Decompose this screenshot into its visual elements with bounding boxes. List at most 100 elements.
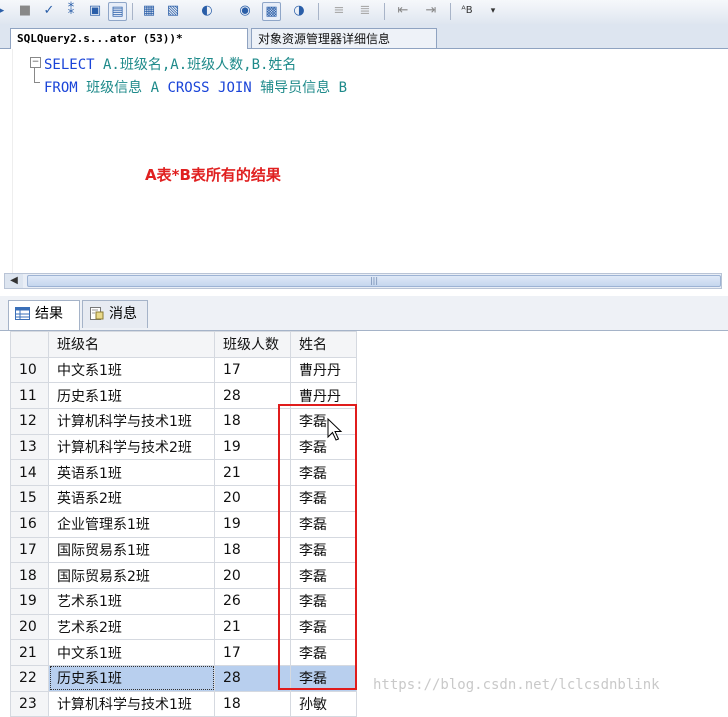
increase-indent-icon[interactable]: ⇥ bbox=[422, 2, 440, 20]
cell-class-name[interactable]: 历史系1班 bbox=[48, 382, 215, 410]
cell-class-name[interactable]: 国际贸易系1班 bbox=[48, 536, 215, 564]
row-number[interactable]: 21 bbox=[10, 639, 49, 666]
table-row[interactable]: 11 历史系1班 28 曹丹丹 bbox=[10, 382, 357, 410]
row-number[interactable]: 18 bbox=[10, 562, 49, 589]
include-plan-icon[interactable]: ◐ bbox=[198, 2, 216, 20]
cell-name[interactable]: 李磊 bbox=[290, 613, 357, 641]
table-row[interactable]: 15 英语系2班 20 李磊 bbox=[10, 485, 357, 512]
table-row[interactable]: 19 艺术系1班 26 李磊 bbox=[10, 587, 357, 615]
table-row[interactable]: 14 英语系1班 21 李磊 bbox=[10, 459, 357, 487]
cell-name[interactable]: 曹丹丹 bbox=[290, 382, 357, 410]
cell-class-name[interactable]: 计算机科学与技术2班 bbox=[48, 433, 215, 461]
table-row[interactable]: 10 中文系1班 17 曹丹丹 bbox=[10, 356, 357, 384]
table-row[interactable]: 17 国际贸易系1班 18 李磊 bbox=[10, 536, 357, 564]
cell-class-size[interactable]: 17 bbox=[214, 356, 291, 384]
editor-horizontal-scrollbar[interactable]: ◀ ||| bbox=[4, 273, 722, 289]
sql-editor[interactable]: − SELECT A.班级名,A.班级人数,B.姓名 FROM 班级信息 A C… bbox=[0, 49, 728, 273]
column-header-class-name[interactable]: 班级名 bbox=[48, 331, 215, 358]
cell-class-name[interactable]: 中文系1班 bbox=[48, 356, 215, 384]
row-number[interactable]: 12 bbox=[10, 408, 49, 435]
cell-class-size[interactable]: 21 bbox=[214, 459, 291, 487]
cell-class-size[interactable]: 19 bbox=[214, 433, 291, 461]
cell-class-name[interactable]: 英语系1班 bbox=[48, 459, 215, 487]
column-header-class-size[interactable]: 班级人数 bbox=[214, 331, 291, 358]
table-row[interactable]: 21 中文系1班 17 李磊 bbox=[10, 639, 357, 666]
cell-class-size[interactable]: 28 bbox=[214, 382, 291, 410]
row-number[interactable]: 19 bbox=[10, 587, 49, 615]
row-number[interactable]: 23 bbox=[10, 690, 49, 717]
results-to-text-icon[interactable]: ▤ bbox=[108, 2, 127, 21]
cell-name[interactable]: 曹丹丹 bbox=[290, 356, 357, 384]
tab-results[interactable]: 结果 bbox=[8, 300, 80, 330]
collapse-icon[interactable]: − bbox=[30, 57, 41, 68]
results-to-grid-icon[interactable]: ▦ bbox=[140, 2, 158, 20]
cell-class-size[interactable]: 18 bbox=[214, 408, 291, 435]
table-row[interactable]: 12 计算机科学与技术1班 18 李磊 bbox=[10, 408, 357, 435]
row-number[interactable]: 22 bbox=[10, 664, 49, 692]
table-row[interactable]: 13 计算机科学与技术2班 19 李磊 bbox=[10, 433, 357, 461]
row-number[interactable]: 15 bbox=[10, 485, 49, 512]
cell-class-size[interactable]: 18 bbox=[214, 690, 291, 717]
tab-sqlquery2[interactable]: SQLQuery2.s...ator (53))* bbox=[10, 28, 248, 49]
row-number[interactable]: 13 bbox=[10, 433, 49, 461]
cell-name[interactable]: 李磊 bbox=[290, 536, 357, 564]
table-row[interactable]: 16 企业管理系1班 19 李磊 bbox=[10, 510, 357, 538]
table-row[interactable]: 22 历史系1班 28 李磊 bbox=[10, 664, 357, 692]
row-number[interactable]: 11 bbox=[10, 382, 49, 410]
client-stats-icon[interactable]: ◉ bbox=[236, 2, 254, 20]
cell-name[interactable]: 李磊 bbox=[290, 664, 357, 692]
check-icon[interactable]: ✓ bbox=[40, 2, 58, 20]
table-row[interactable]: 20 艺术系2班 21 李磊 bbox=[10, 613, 357, 641]
cell-name[interactable]: 李磊 bbox=[290, 433, 357, 461]
cell-name[interactable]: 李磊 bbox=[290, 485, 357, 512]
cell-class-size[interactable]: 20 bbox=[214, 562, 291, 589]
cell-class-size[interactable]: 18 bbox=[214, 536, 291, 564]
parse-icon[interactable]: ⁑ bbox=[62, 2, 80, 20]
cell-class-size[interactable]: 17 bbox=[214, 639, 291, 666]
uncomment-icon[interactable]: ≣ bbox=[356, 2, 374, 20]
cell-class-name[interactable]: 国际贸易系2班 bbox=[48, 562, 215, 589]
row-number[interactable]: 14 bbox=[10, 459, 49, 487]
cell-class-size[interactable]: 28 bbox=[214, 664, 291, 692]
table-row[interactable]: 23 计算机科学与技术1班 18 孙敏 bbox=[10, 690, 357, 717]
cell-class-size[interactable]: 21 bbox=[214, 613, 291, 641]
row-number[interactable]: 17 bbox=[10, 536, 49, 564]
cell-class-size[interactable]: 20 bbox=[214, 485, 291, 512]
cell-class-size[interactable]: 26 bbox=[214, 587, 291, 615]
table-row[interactable]: 18 国际贸易系2班 20 李磊 bbox=[10, 562, 357, 589]
scrollbar-thumb[interactable]: ||| bbox=[27, 275, 721, 287]
cell-name[interactable]: 李磊 bbox=[290, 639, 357, 666]
cell-name[interactable]: 李磊 bbox=[290, 408, 357, 435]
cell-name[interactable]: 李磊 bbox=[290, 459, 357, 487]
row-number-header[interactable] bbox=[10, 331, 49, 358]
cell-name[interactable]: 李磊 bbox=[290, 510, 357, 538]
scroll-left-icon[interactable]: ◀ bbox=[5, 274, 23, 288]
cell-class-name[interactable]: 英语系2班 bbox=[48, 485, 215, 512]
cell-class-name[interactable]: 计算机科学与技术1班 bbox=[48, 408, 215, 435]
results-to-file-icon[interactable]: ▧ bbox=[164, 2, 182, 20]
template-params-icon[interactable]: ᴬB bbox=[458, 2, 476, 20]
cell-class-name[interactable]: 中文系1班 bbox=[48, 639, 215, 666]
cell-class-name[interactable]: 艺术系2班 bbox=[48, 613, 215, 641]
row-number[interactable]: 16 bbox=[10, 510, 49, 538]
cell-class-size[interactable]: 19 bbox=[214, 510, 291, 538]
decrease-indent-icon[interactable]: ⇤ bbox=[394, 2, 412, 20]
column-header-name[interactable]: 姓名 bbox=[290, 331, 357, 358]
cell-name[interactable]: 李磊 bbox=[290, 587, 357, 615]
cell-class-name[interactable]: 艺术系1班 bbox=[48, 587, 215, 615]
cell-class-name[interactable]: 历史系1班 bbox=[48, 664, 215, 692]
stop-icon[interactable]: ■ bbox=[16, 2, 34, 20]
comment-icon[interactable]: ≡ bbox=[330, 2, 348, 20]
cell-class-name[interactable]: 企业管理系1班 bbox=[48, 510, 215, 538]
row-number[interactable]: 10 bbox=[10, 356, 49, 384]
tab-messages[interactable]: 消息 bbox=[82, 300, 148, 328]
cell-class-name[interactable]: 计算机科学与技术1班 bbox=[48, 690, 215, 717]
row-number[interactable]: 20 bbox=[10, 613, 49, 641]
query-options-icon[interactable]: ▩ bbox=[262, 2, 281, 21]
toolbar-overflow-icon[interactable]: ▾ bbox=[484, 2, 502, 20]
specify-values-icon[interactable]: ◑ bbox=[290, 2, 308, 20]
execute-arrow-icon[interactable]: ▸ bbox=[0, 2, 10, 20]
results-grid[interactable]: 班级名 班级人数 姓名 10 中文系1班 17 曹丹丹 11 历史系1班 28 曹丹丹 12 计算… bbox=[10, 331, 357, 717]
tab-object-explorer-details[interactable]: 对象资源管理器详细信息 bbox=[251, 28, 437, 48]
cell-name[interactable]: 孙敏 bbox=[290, 690, 357, 717]
